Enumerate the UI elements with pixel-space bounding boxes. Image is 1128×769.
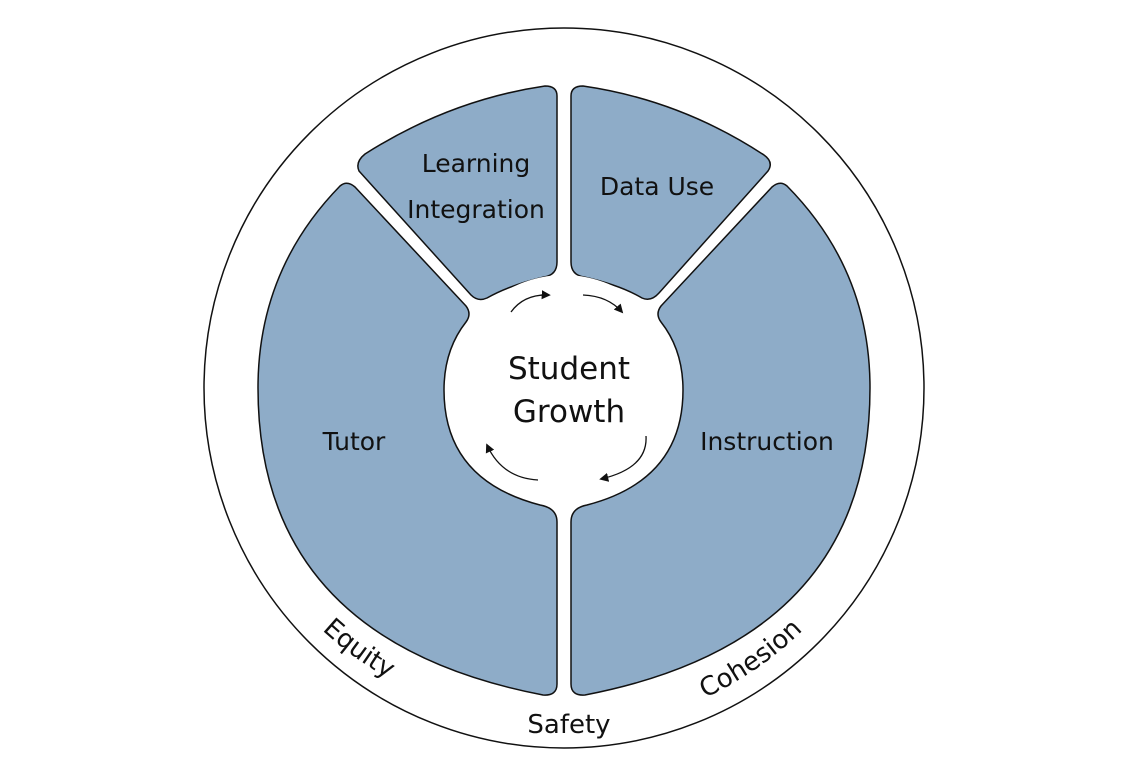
segment-label-instruction: Instruction xyxy=(700,427,834,456)
student-growth-diagram: Student Growth Learning Integration Data… xyxy=(203,27,925,749)
segment-label-learning: Learning xyxy=(422,149,531,178)
segment-label-data-use: Data Use xyxy=(600,172,714,201)
segment-label-integration: Integration xyxy=(407,195,545,224)
center-label-line1: Student xyxy=(508,351,630,387)
segment-label-tutor: Tutor xyxy=(322,427,386,456)
ring-label-safety: Safety xyxy=(527,710,610,740)
center-label-line2: Growth xyxy=(513,394,625,430)
center-hub xyxy=(449,275,679,505)
